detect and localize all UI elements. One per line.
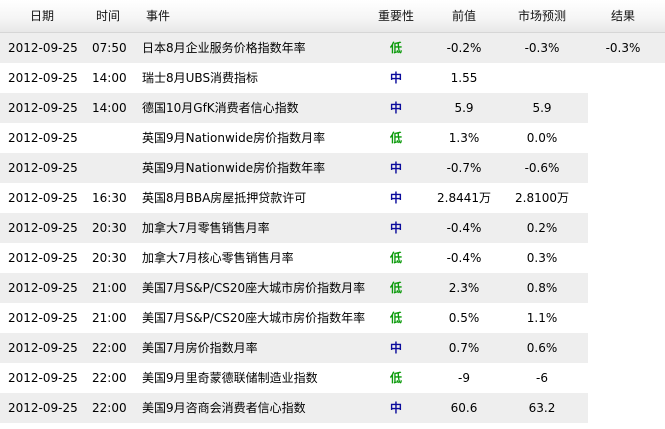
row-time: 07:50 (92, 41, 127, 55)
row-importance: 中 (389, 191, 402, 205)
row-forecast: 0.6% (526, 341, 558, 355)
row-importance: 低 (389, 311, 402, 325)
header-date: 日期 (30, 9, 55, 23)
row-event: 德国10月GfK消费者信心指数 (142, 101, 299, 115)
row-importance: 低 (389, 131, 402, 145)
row-forecast: 0.3% (526, 251, 558, 265)
header-importance: 重要性 (377, 9, 414, 23)
header-actual: 结果 (610, 9, 635, 23)
row-importance: 中 (389, 221, 402, 235)
row-importance: 中 (389, 71, 402, 85)
row-forecast: -6 (536, 371, 548, 385)
row-forecast: 2.8100万 (515, 191, 569, 205)
row-date: 2012-09-25 (8, 101, 78, 115)
row-event: 美国7月S&P/CS20座大城市房价指数月率 (142, 281, 366, 295)
row-forecast: 5.9 (532, 101, 552, 115)
row-previous: 60.6 (450, 401, 478, 415)
row-importance: 低 (389, 371, 402, 385)
row-previous: 2.8441万 (437, 191, 491, 205)
row-previous: 1.55 (450, 71, 478, 85)
row-date: 2012-09-25 (8, 311, 78, 325)
row-date: 2012-09-25 (8, 191, 78, 205)
row-date: 2012-09-25 (8, 161, 78, 175)
row-importance: 低 (389, 251, 402, 265)
row-previous: 0.7% (448, 341, 480, 355)
row-date: 2012-09-25 (8, 341, 78, 355)
row-importance: 低 (389, 41, 402, 55)
economic-calendar-table: 日期 时间 事件 重要性 前值 市场预测 结果 2012-09-25 07:50 日… (0, 0, 665, 429)
row-time: 22:00 (92, 401, 127, 415)
row-event: 美国7月房价指数月率 (142, 341, 258, 355)
row-previous: -9 (458, 371, 470, 385)
row-forecast: 63.2 (528, 401, 556, 415)
row-event: 加拿大7月零售销售月率 (142, 221, 270, 235)
row-event: 英国9月Nationwide房价指数月率 (142, 131, 326, 145)
row-importance: 中 (389, 101, 402, 115)
row-date: 2012-09-25 (8, 251, 78, 265)
row-date: 2012-09-25 (8, 41, 78, 55)
header-forecast: 市场预测 (517, 9, 566, 23)
table-header: 日期 时间 事件 重要性 前值 市场预测 结果 (0, 0, 665, 33)
row-date: 2012-09-25 (8, 131, 78, 145)
row-forecast: 0.2% (526, 221, 558, 235)
row-previous: 1.3% (448, 131, 480, 145)
row-previous: 0.5% (448, 311, 480, 325)
row-event: 英国9月Nationwide房价指数年率 (142, 161, 326, 175)
row-importance: 中 (389, 161, 402, 175)
row-importance: 中 (389, 401, 402, 415)
row-event: 日本8月企业服务价格指数年率 (142, 41, 306, 55)
row-previous: 2.3% (448, 281, 480, 295)
row-time: 16:30 (92, 191, 127, 205)
header-previous: 前值 (451, 9, 476, 23)
row-time: 22:00 (92, 371, 127, 385)
row-forecast: -0.3% (524, 41, 560, 55)
row-time: 21:00 (92, 311, 127, 325)
row-time: 14:00 (92, 101, 127, 115)
row-date: 2012-09-25 (8, 371, 78, 385)
row-forecast: -0.6% (524, 161, 560, 175)
row-event: 瑞士8月UBS消费指标 (142, 71, 259, 85)
row-time: 20:30 (92, 251, 127, 265)
row-forecast: 0.0% (526, 131, 558, 145)
row-previous: -0.4% (446, 251, 482, 265)
row-previous: -0.4% (446, 221, 482, 235)
row-importance: 中 (389, 341, 402, 355)
row-event: 美国7月S&P/CS20座大城市房价指数年率 (142, 311, 366, 325)
row-time: 21:00 (92, 281, 127, 295)
row-forecast: 1.1% (526, 311, 558, 325)
row-time: 14:00 (92, 71, 127, 85)
row-date: 2012-09-25 (8, 401, 78, 415)
row-date: 2012-09-25 (8, 221, 78, 235)
row-previous: 5.9 (454, 101, 474, 115)
row-event: 美国9月里奇蒙德联储制造业指数 (142, 371, 318, 385)
row-previous: -0.7% (446, 161, 482, 175)
row-previous: -0.2% (446, 41, 482, 55)
row-event: 加拿大7月核心零售销售月率 (142, 251, 294, 265)
row-forecast: 0.8% (526, 281, 558, 295)
header-time: 时间 (96, 9, 121, 23)
row-event: 美国9月咨商会消费者信心指数 (142, 401, 306, 415)
row-event: 英国8月BBA房屋抵押贷款许可 (142, 191, 307, 205)
header-event: 事件 (146, 9, 171, 23)
row-actual: -0.3% (605, 41, 641, 55)
row-date: 2012-09-25 (8, 71, 78, 85)
row-time: 20:30 (92, 221, 127, 235)
row-background (0, 63, 588, 93)
row-importance: 低 (389, 281, 402, 295)
row-date: 2012-09-25 (8, 281, 78, 295)
row-time: 22:00 (92, 341, 127, 355)
